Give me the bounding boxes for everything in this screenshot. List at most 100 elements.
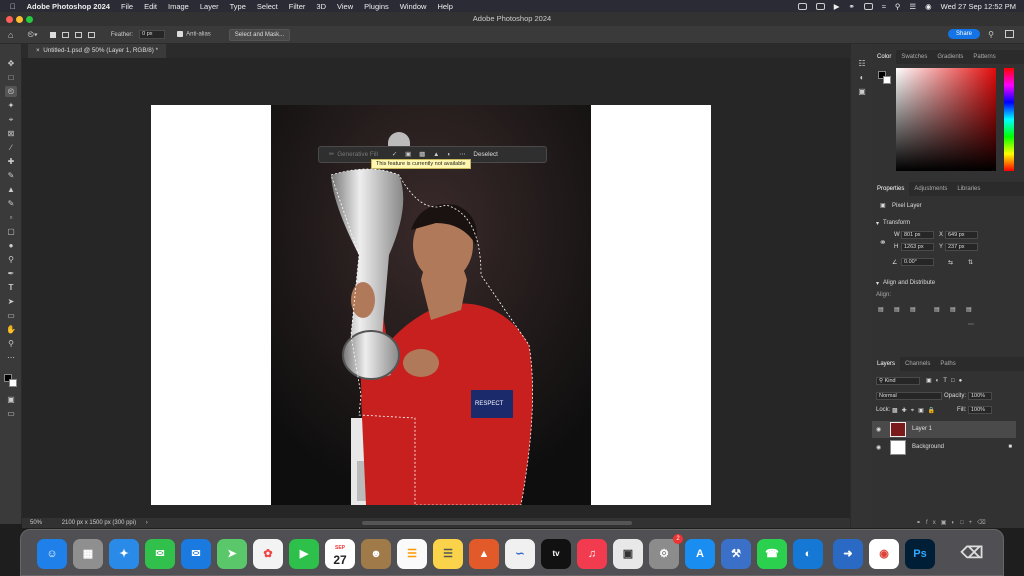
apple-icon[interactable]:  xyxy=(10,2,16,11)
menu-image[interactable]: Image xyxy=(168,2,189,11)
align-top-icon[interactable]: ▤ xyxy=(934,306,940,313)
layer-name[interactable]: Background xyxy=(912,444,944,450)
control-center-icon[interactable]: ☰ xyxy=(909,2,916,11)
transform-chevron-icon[interactable]: ▾ xyxy=(876,220,879,227)
tab-libraries[interactable]: Libraries xyxy=(952,182,985,196)
adjustment-icon[interactable]: ◐ xyxy=(447,151,451,158)
trash-icon[interactable]: ⌫ xyxy=(957,539,987,569)
zoom-level[interactable]: 50% xyxy=(30,520,42,526)
layer-footer-icons[interactable]: ⚭fx▣◐□+⌫ xyxy=(916,519,991,526)
reminders-icon[interactable]: ☰ xyxy=(397,539,427,569)
contacts-icon[interactable]: ☻ xyxy=(361,539,391,569)
align-right-icon[interactable]: ▤ xyxy=(910,306,916,313)
flip-vertical-icon[interactable]: ⇅ xyxy=(968,259,973,266)
tab-swatches[interactable]: Swatches xyxy=(896,50,932,64)
maximize-window-icon[interactable] xyxy=(26,15,33,23)
menu-file[interactable]: File xyxy=(121,2,133,11)
apple-tv-icon[interactable]: tv xyxy=(541,539,571,569)
horizontal-scrollbar[interactable] xyxy=(362,521,632,525)
menu-3d[interactable]: 3D xyxy=(316,2,326,11)
adjust-panel-icon[interactable]: ◐ xyxy=(856,72,868,83)
more-tools-icon[interactable]: ⋯ xyxy=(5,352,17,363)
notes-icon[interactable]: ☰ xyxy=(433,539,463,569)
lasso-tool-icon[interactable]: ⧀ xyxy=(5,86,17,97)
fill-input[interactable]: 100% xyxy=(968,406,992,414)
finder-icon[interactable]: ☺ xyxy=(37,539,67,569)
history-panel-icon[interactable]: ☷ xyxy=(856,58,868,69)
workspace-icon[interactable] xyxy=(1005,30,1014,38)
shape-tool-icon[interactable]: ▭ xyxy=(5,310,17,321)
height-input[interactable]: 1263 px xyxy=(901,243,934,251)
menu-filter[interactable]: Filter xyxy=(289,2,306,11)
type-tool-icon[interactable]: T xyxy=(5,282,17,293)
migration-icon[interactable]: ➜ xyxy=(833,539,863,569)
move-tool-icon[interactable]: ✥ xyxy=(5,58,17,69)
document-tab[interactable]: × Untitled-1.psd @ 50% (Layer 1, RGB/8) … xyxy=(28,44,167,58)
launchpad-icon[interactable]: ▦ xyxy=(73,539,103,569)
menu-plugins[interactable]: Plugins xyxy=(364,2,389,11)
brush-tool-icon[interactable]: ✎ xyxy=(5,170,17,181)
eraser-tool-icon[interactable]: ▫ xyxy=(5,212,17,223)
feather-input[interactable]: 0 px xyxy=(139,30,166,39)
brush-edit-icon[interactable]: ✓ xyxy=(392,151,397,158)
menu-layer[interactable]: Layer xyxy=(200,2,219,11)
eyedropper-tool-icon[interactable]: ∕ xyxy=(5,142,17,153)
healing-brush-tool-icon[interactable]: ✚ xyxy=(5,156,17,167)
y-input[interactable]: 237 px xyxy=(945,243,978,251)
marquee-tool-icon[interactable]: □ xyxy=(5,72,17,83)
status-arrow-icon[interactable]: › xyxy=(146,520,148,526)
quick-mask-icon[interactable]: ▣ xyxy=(5,394,17,405)
visibility-eye-icon[interactable]: ◉ xyxy=(876,426,881,433)
share-button[interactable]: Share xyxy=(947,29,980,39)
crop-tool-icon[interactable]: ⌖ xyxy=(5,114,17,125)
brave-icon[interactable]: ▲ xyxy=(469,539,499,569)
pen-tool-icon[interactable]: ✒ xyxy=(5,268,17,279)
music-icon[interactable]: ♫ xyxy=(577,539,607,569)
mask-icon[interactable]: ▩ xyxy=(419,151,425,158)
object-select-tool-icon[interactable]: ✦ xyxy=(5,100,17,111)
menu-help[interactable]: Help xyxy=(437,2,452,11)
opacity-input[interactable]: 100% xyxy=(968,392,992,400)
tab-channels[interactable]: Channels xyxy=(900,357,935,371)
color-picker-field[interactable] xyxy=(896,68,996,171)
subtract-selection-icon[interactable] xyxy=(74,31,82,38)
align-center-v-icon[interactable]: ▤ xyxy=(950,306,956,313)
tab-color[interactable]: Color xyxy=(872,50,897,64)
photoshop-dock-icon[interactable]: Ps xyxy=(905,539,935,569)
calendar-icon[interactable]: SEP 27 xyxy=(325,539,355,569)
headphones-icon[interactable]: ⚭ xyxy=(848,2,854,11)
color-bg-swatch[interactable] xyxy=(883,76,891,84)
screenshot-icon[interactable]: ▣ xyxy=(613,539,643,569)
tab-close-icon[interactable]: × xyxy=(36,47,41,54)
close-window-icon[interactable] xyxy=(6,15,13,23)
align-center-h-icon[interactable]: ▤ xyxy=(894,306,900,313)
screen-mode-icon[interactable]: ▭ xyxy=(5,408,17,419)
lock-icons[interactable]: ▩✚⌖▣🔒 xyxy=(892,407,939,415)
tab-properties[interactable]: Properties xyxy=(872,182,910,196)
path-select-tool-icon[interactable]: ➤ xyxy=(5,296,17,307)
menu-app-name[interactable]: Adobe Photoshop 2024 xyxy=(27,2,110,11)
blur-tool-icon[interactable]: ● xyxy=(5,240,17,251)
antialias-checkbox[interactable]: Anti-alias xyxy=(177,31,211,38)
chrome-icon[interactable]: ◉ xyxy=(869,539,899,569)
frame-tool-icon[interactable]: ⊠ xyxy=(5,128,17,139)
blend-mode-select[interactable]: Normal xyxy=(876,392,942,400)
tab-patterns[interactable]: Patterns xyxy=(968,50,1000,64)
tab-paths[interactable]: Paths xyxy=(935,357,960,371)
tab-gradients[interactable]: Gradients xyxy=(932,50,968,64)
system-settings-icon[interactable]: ⚙ xyxy=(649,539,679,569)
wifi-icon[interactable]: ≈ xyxy=(882,2,886,11)
align-chevron-icon[interactable]: ▾ xyxy=(876,280,879,287)
menu-select[interactable]: Select xyxy=(257,2,278,11)
edge-icon[interactable]: ◐ xyxy=(793,539,823,569)
freeform-icon[interactable]: ∽ xyxy=(505,539,535,569)
background-color-swatch[interactable] xyxy=(9,379,17,387)
zoom-tool-icon[interactable]: ⚲ xyxy=(5,338,17,349)
messages-icon[interactable]: ✉ xyxy=(145,539,175,569)
menu-view[interactable]: View xyxy=(337,2,353,11)
menu-clock[interactable]: Wed 27 Sep 12:52 PM xyxy=(941,2,1016,11)
menu-type[interactable]: Type xyxy=(230,2,246,11)
siri-icon[interactable]: ◉ xyxy=(925,2,932,11)
tab-layers[interactable]: Layers xyxy=(872,357,901,371)
width-input[interactable]: 801 px xyxy=(901,231,934,239)
